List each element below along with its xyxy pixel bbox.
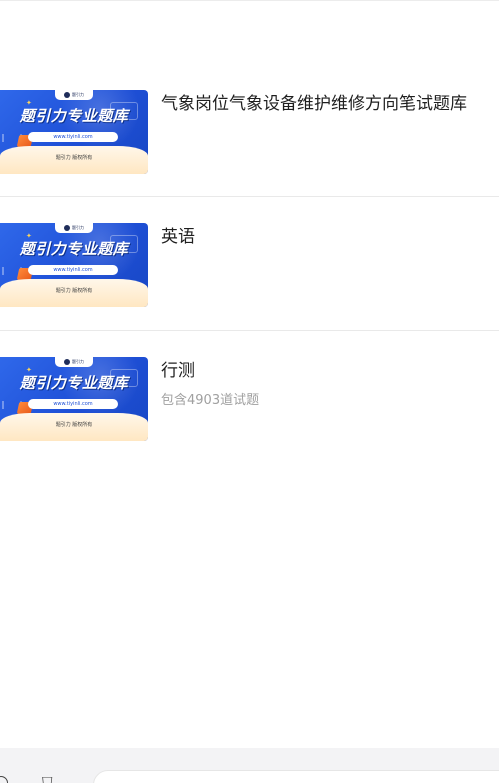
- top-divider: [0, 0, 499, 1]
- item-title[interactable]: 英语: [161, 225, 499, 249]
- thumbnail-headline: 题引力专业题库: [19, 374, 129, 392]
- item-divider: [0, 196, 499, 197]
- logo-icon: [64, 359, 70, 365]
- course-thumbnail[interactable]: 题引力 ✦ 题引力专业题库 www.tiyinli.com 题引力 版权所有: [0, 223, 148, 307]
- course-thumbnail[interactable]: 题引力 ✦ 题引力专业题库 www.tiyinli.com 题引力 版权所有: [0, 357, 148, 441]
- thumbnail-headline: 题引力专业题库: [19, 240, 129, 258]
- logo-text: 题引力: [72, 225, 84, 230]
- item-title[interactable]: 气象岗位气象设备维护维修方向笔试题库: [161, 92, 499, 116]
- list-item[interactable]: 题引力 ✦ 题引力专业题库 www.tiyinli.com 题引力 版权所有 行…: [0, 357, 499, 490]
- brand-logo: 题引力: [55, 90, 93, 100]
- search-icon[interactable]: [0, 776, 8, 783]
- sparkle-icon: ✦: [26, 232, 32, 240]
- list-item[interactable]: 题引力 ✦ 题引力专业题库 www.tiyinli.com 题引力 版权所有 气…: [0, 90, 499, 223]
- course-thumbnail[interactable]: 题引力 ✦ 题引力专业题库 www.tiyinli.com 题引力 版权所有: [0, 90, 148, 174]
- comment-input[interactable]: [93, 770, 499, 783]
- thumbnail-tagline: 题引力 版权所有: [55, 422, 93, 428]
- list-item[interactable]: 题引力 ✦ 题引力专业题库 www.tiyinli.com 题引力 版权所有 英…: [0, 223, 499, 356]
- logo-text: 题引力: [72, 92, 84, 97]
- brand-logo: 题引力: [55, 223, 93, 233]
- logo-icon: [64, 225, 70, 231]
- thumbnail-tagline: 题引力 版权所有: [55, 288, 93, 294]
- logo-icon: [64, 92, 70, 98]
- page: 题引力 ✦ 题引力专业题库 www.tiyinli.com 题引力 版权所有 气…: [0, 0, 499, 783]
- bottom-toolbar: ⛉: [0, 748, 499, 783]
- item-divider: [0, 330, 499, 331]
- thumbnail-url: www.tiyinli.com: [28, 265, 118, 275]
- sparkle-icon: ✦: [26, 99, 32, 107]
- thumbnail-url: www.tiyinli.com: [28, 399, 118, 409]
- brand-logo: 题引力: [55, 357, 93, 367]
- logo-text: 题引力: [72, 359, 84, 364]
- cart-icon[interactable]: ⛉: [42, 776, 60, 783]
- question-count: 包含4903道试题: [161, 393, 260, 408]
- thumbnail-url: www.tiyinli.com: [28, 132, 118, 142]
- thumbnail-tagline: 题引力 版权所有: [55, 155, 93, 161]
- sparkle-icon: ✦: [26, 366, 32, 374]
- item-title[interactable]: 行测: [161, 359, 499, 383]
- thumbnail-headline: 题引力专业题库: [19, 107, 129, 125]
